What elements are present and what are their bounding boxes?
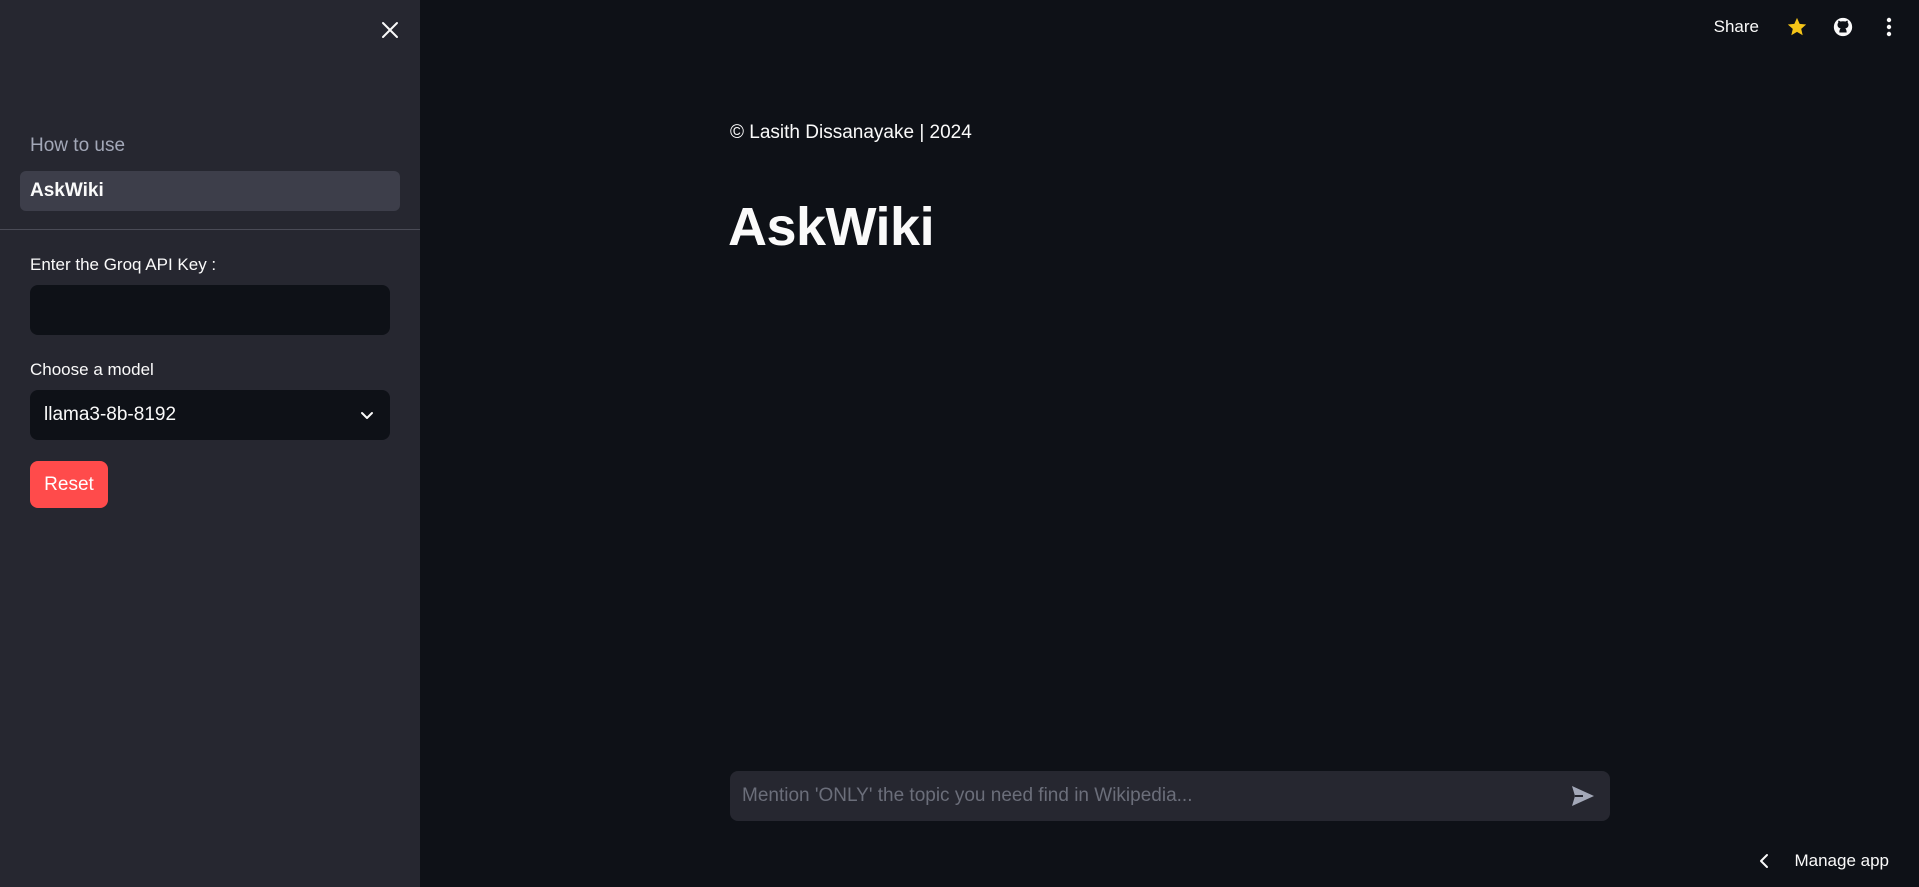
- header-actions: Share: [1714, 12, 1901, 42]
- manage-app-label: Manage app: [1794, 851, 1889, 870]
- page-title: AskWiki: [728, 197, 935, 257]
- sidebar: How to use AskWiki Enter the Groq API Ke…: [0, 0, 420, 887]
- manage-app-button[interactable]: Manage app: [1758, 851, 1889, 871]
- api-key-input[interactable]: [30, 285, 390, 335]
- model-select-value: llama3-8b-8192: [44, 404, 177, 425]
- star-icon[interactable]: [1785, 15, 1809, 39]
- reset-button[interactable]: Reset: [30, 461, 108, 508]
- send-icon: [1572, 786, 1594, 806]
- close-icon: [382, 22, 398, 38]
- github-icon[interactable]: [1831, 15, 1855, 39]
- chat-input-bar: [730, 771, 1610, 821]
- nav-item-how-to-use[interactable]: How to use: [20, 126, 400, 166]
- share-button[interactable]: Share: [1714, 17, 1759, 37]
- api-key-label: Enter the Groq API Key :: [30, 255, 217, 274]
- chevron-down-icon: [358, 406, 376, 424]
- model-select[interactable]: llama3-8b-8192: [30, 390, 390, 440]
- chevron-left-icon: [1758, 853, 1774, 869]
- more-vert-icon[interactable]: [1877, 15, 1901, 39]
- copyright-text: © Lasith Dissanayake | 2024: [730, 122, 972, 143]
- model-label: Choose a model: [30, 360, 154, 379]
- sidebar-divider: [0, 229, 420, 230]
- close-sidebar-button[interactable]: [376, 16, 404, 44]
- nav-item-askwiki[interactable]: AskWiki: [20, 171, 400, 211]
- sidebar-nav: How to use AskWiki: [20, 126, 400, 211]
- chat-input[interactable]: [742, 785, 1568, 807]
- app-root: How to use AskWiki Enter the Groq API Ke…: [0, 0, 1919, 887]
- send-button[interactable]: [1568, 781, 1598, 811]
